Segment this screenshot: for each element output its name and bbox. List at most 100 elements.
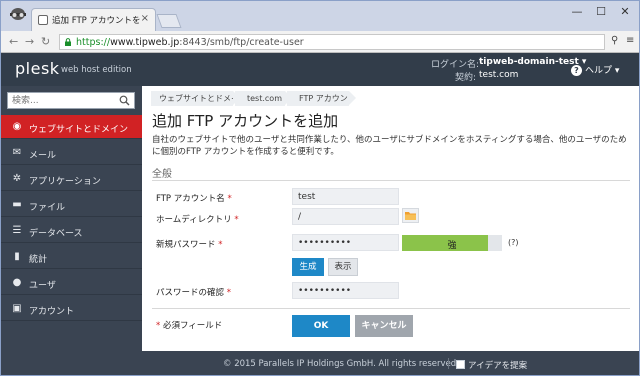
password-strength-meter: 強 — [402, 235, 502, 251]
user-avatar-icon[interactable] — [7, 6, 29, 26]
url-text: https://www.tipweb.jp:8443/smb/ftp/creat… — [76, 37, 304, 48]
help-label: ヘルプ ▾ — [585, 66, 620, 76]
sidebar-item[interactable]: ☰ データベース — [1, 219, 142, 243]
browser-tab[interactable]: 追加 FTP アカウントを追加 × — [31, 8, 156, 31]
gear-icon: ✲ — [12, 173, 22, 184]
sidebar-item[interactable]: ● ユーザ — [1, 271, 142, 295]
cancel-button[interactable]: キャンセル — [355, 315, 413, 337]
breadcrumb-ftp-accounts[interactable]: FTP アカウント — [287, 91, 356, 106]
home-dir-label-text: ホームディレクトリ — [156, 215, 232, 225]
sidebar-item[interactable]: ▣ アカウント — [1, 297, 142, 321]
reload-icon[interactable]: ↻ — [41, 35, 50, 48]
password-help-link[interactable]: (?) — [508, 238, 519, 247]
title-bar: 追加 FTP アカウントを追加 × — ☐ ✕ — [1, 1, 639, 31]
url-scheme: https:// — [76, 37, 111, 48]
search-icon[interactable] — [119, 95, 130, 106]
address-bar-row: ← → ↻ https://www.tipweb.jp:8443/smb/ftp… — [1, 31, 639, 53]
password-label: 新規パスワード * — [156, 238, 222, 250]
sidebar-item-label: ユーザ — [29, 281, 56, 291]
plesk-logo[interactable]: plesk — [15, 59, 60, 78]
idea-icon — [456, 360, 465, 369]
required-star: * — [227, 194, 232, 204]
required-note-text: 必須フィールド — [162, 321, 223, 331]
globe-icon: ◉ — [12, 121, 22, 132]
folder-icon: ▬ — [12, 199, 22, 210]
account-card-icon: ▣ — [12, 303, 22, 314]
copyright-text: © 2015 Parallels IP Holdings GmbH. All r… — [223, 359, 459, 369]
ok-button[interactable]: OK — [292, 315, 350, 337]
page-favicon-icon — [38, 15, 48, 25]
bar-chart-icon: ▮ — [14, 251, 20, 262]
ftp-name-field[interactable]: test — [292, 188, 399, 205]
sidebar-item-label: ウェブサイトとドメイン — [29, 125, 129, 135]
required-star: * — [218, 240, 223, 250]
home-dir-field[interactable]: / — [292, 208, 399, 225]
help-menu[interactable]: ? ヘルプ ▾ — [571, 63, 619, 76]
help-icon: ? — [571, 65, 582, 76]
sidebar-item[interactable]: ✲ アプリケーション — [1, 167, 142, 191]
footer-separator — [448, 358, 449, 369]
suggest-idea-label: アイデアを提案 — [468, 361, 528, 371]
breadcrumb-websites[interactable]: ウェブサイトとドメイン — [151, 91, 247, 106]
page-title: 追加 FTP アカウントを追加 — [152, 112, 339, 130]
new-tab-button[interactable] — [156, 14, 182, 28]
url-host: www.tipweb.jp — [110, 37, 180, 48]
sidebar-item[interactable]: ◉ ウェブサイトとドメイン — [1, 115, 142, 139]
required-star: * — [156, 321, 161, 331]
url-input[interactable]: https://www.tipweb.jp:8443/smb/ftp/creat… — [59, 34, 605, 50]
required-fields-note: * 必須フィールド — [156, 319, 222, 331]
sidebar-item-label: アプリケーション — [29, 177, 101, 187]
sidebar-item[interactable]: ▬ ファイル — [1, 193, 142, 217]
suggest-idea-link[interactable]: アイデアを提案 — [456, 359, 527, 371]
tab-title: 追加 FTP アカウントを追加 — [52, 16, 140, 26]
browser-window: 追加 FTP アカウントを追加 × — ☐ ✕ ← → ↻ https://ww… — [0, 0, 640, 376]
ftp-name-label-text: FTP アカウント名 — [156, 194, 225, 204]
tab-close-icon[interactable]: × — [141, 13, 149, 24]
breadcrumb-domain[interactable]: test.com — [235, 91, 292, 106]
lock-icon — [65, 38, 71, 46]
extension-icon[interactable]: ⚲ — [611, 35, 618, 46]
sidebar-search — [7, 92, 135, 109]
section-divider — [152, 180, 630, 181]
close-window-button[interactable]: ✕ — [615, 5, 635, 18]
required-star: * — [226, 288, 231, 298]
sidebar-item[interactable]: ✉ メール — [1, 141, 142, 165]
browse-folder-button[interactable] — [402, 208, 419, 223]
form-divider — [152, 308, 630, 309]
forward-arrow-icon[interactable]: → — [25, 35, 34, 48]
footer: © 2015 Parallels IP Holdings GmbH. All r… — [1, 351, 639, 375]
main-content: ウェブサイトとドメイン test.com FTP アカウント 追加 FTP アカ… — [142, 86, 639, 351]
strength-label: 強 — [447, 241, 457, 251]
confirm-password-field[interactable]: •••••••••• — [292, 282, 399, 299]
folder-icon — [405, 212, 416, 220]
sidebar-item-label: ファイル — [29, 203, 66, 213]
password-label-text: 新規パスワード — [156, 240, 216, 250]
login-label: ログイン名: — [431, 60, 480, 70]
maximize-button[interactable]: ☐ — [591, 5, 611, 18]
sidebar-item-label: 統計 — [29, 255, 48, 265]
browser-menu-icon[interactable]: ≡ — [626, 35, 634, 46]
confirm-password-label: パスワードの確認 * — [156, 286, 231, 298]
subscription-label: 契約: — [455, 73, 477, 83]
database-icon: ☰ — [12, 225, 22, 236]
edition-label: web host edition — [61, 65, 132, 75]
page-description: 自社のウェブサイトで他のユーザと共同作業したり、他のユーザにサブドメインをホステ… — [152, 135, 627, 157]
confirm-label-text: パスワードの確認 — [156, 288, 225, 298]
sidebar-item-label: アカウント — [29, 307, 75, 317]
password-field[interactable]: •••••••••• — [292, 234, 399, 251]
search-input[interactable] — [8, 93, 108, 108]
subscription-value[interactable]: test.com — [479, 70, 518, 80]
sidebar: ◉ ウェブサイトとドメイン ✉ メール ✲ アプリケーション ▬ ファイル ☰ データベース ▮ 統計… — [1, 86, 142, 351]
minimize-button[interactable]: — — [567, 5, 587, 18]
section-title: 全般 — [152, 169, 172, 180]
back-arrow-icon[interactable]: ← — [9, 35, 18, 48]
generate-password-button[interactable]: 生成 — [292, 258, 324, 276]
home-dir-label: ホームディレクトリ * — [156, 213, 239, 225]
sidebar-item-label: データベース — [29, 229, 83, 239]
plesk-header: plesk web host edition ログイン名: tipweb-dom… — [1, 53, 639, 86]
user-icon: ● — [12, 277, 22, 288]
show-password-button[interactable]: 表示 — [328, 258, 358, 276]
mail-icon: ✉ — [12, 147, 22, 158]
sidebar-item[interactable]: ▮ 統計 — [1, 245, 142, 269]
required-star: * — [234, 215, 239, 225]
